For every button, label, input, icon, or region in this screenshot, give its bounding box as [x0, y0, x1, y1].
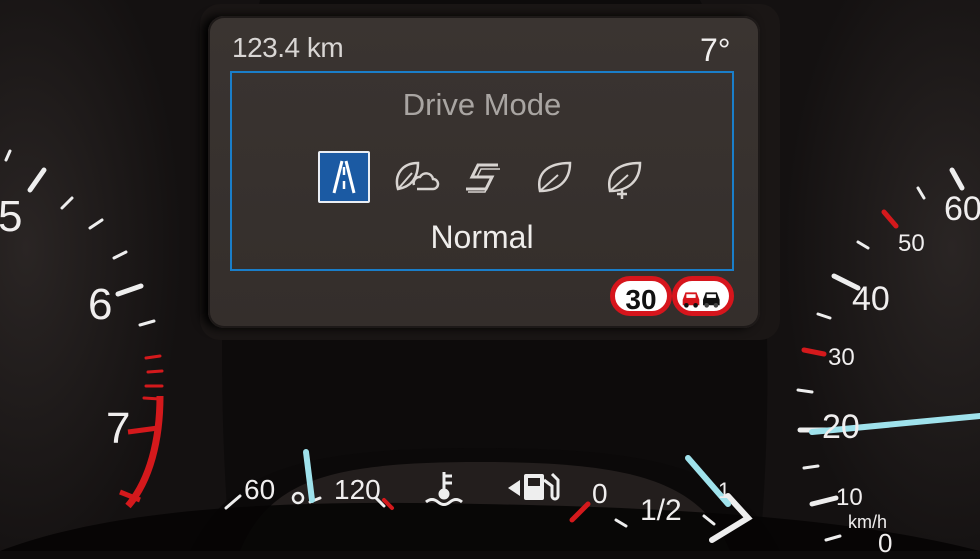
tach-label: 7	[106, 404, 131, 453]
speed-label: 10	[836, 484, 863, 511]
fuel-gauge-label: 1/2	[640, 494, 682, 527]
speed-label: 50	[898, 230, 925, 257]
eco-plus-leaf-icon[interactable]	[598, 151, 650, 203]
coolant-temperature-icon	[425, 472, 463, 506]
drive-mode-title: Drive Mode	[402, 87, 562, 122]
temp-gauge-label: 60	[244, 474, 276, 505]
eco-leaf-icon[interactable]	[528, 151, 580, 203]
outside-temperature: 7°	[700, 32, 731, 68]
slippery-cloud-leaf-icon[interactable]	[388, 151, 440, 203]
fuel-gauge-label: 1	[718, 478, 731, 503]
speed-label: 60	[944, 190, 980, 228]
tach-label: 6	[88, 280, 113, 329]
drive-mode-panel: Drive Mode Normal	[230, 71, 734, 271]
speed-label: 30	[828, 344, 855, 371]
fuel-gauge-label: 0	[592, 478, 608, 509]
speed-limit-sign: 30	[610, 276, 672, 316]
selected-drive-mode: Normal	[430, 219, 534, 255]
no-overtaking-icon	[672, 276, 734, 316]
sport-s-icon[interactable]	[458, 151, 510, 203]
normal-road-icon[interactable]	[318, 151, 370, 203]
speed-limit-value: 30	[625, 284, 657, 315]
speed-label: 0	[878, 528, 893, 558]
fuel-pump-icon	[508, 472, 560, 501]
instrument-cluster: 5 6 7 60 50 40 30 20 10 km/h 0 60 120 0 …	[0, 0, 980, 558]
trip-distance: 123.4 km	[232, 32, 344, 63]
speed-label: 40	[852, 280, 890, 318]
tach-label: 5	[0, 192, 23, 241]
speed-label: 20	[822, 408, 860, 446]
temp-gauge-label: 120	[334, 474, 381, 505]
